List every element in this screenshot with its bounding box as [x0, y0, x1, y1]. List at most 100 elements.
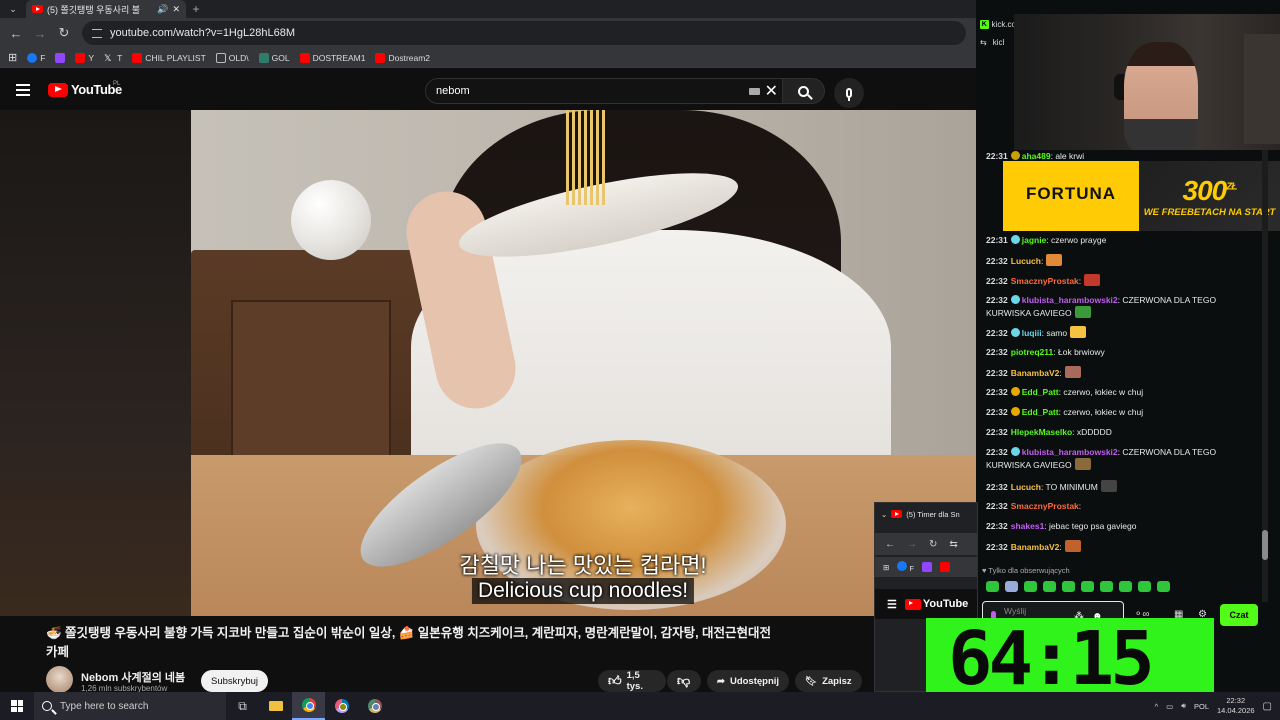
chat-username[interactable]: Lucuch: [1011, 482, 1041, 492]
language-indicator[interactable]: POL: [1194, 702, 1209, 711]
emote-icon[interactable]: [1024, 581, 1037, 592]
voice-search-button[interactable]: [834, 78, 864, 108]
emote-icon[interactable]: [986, 581, 999, 592]
bookmark-item[interactable]: Y: [75, 52, 94, 63]
menu-hamburger-icon[interactable]: ☰: [887, 598, 897, 611]
message-timestamp: 22:32: [986, 276, 1008, 286]
clock[interactable]: 22:32 14.04.2026: [1217, 696, 1255, 716]
close-tab-icon[interactable]: ✕: [172, 4, 180, 15]
windows-start-icon[interactable]: [0, 692, 34, 720]
chat-send-button[interactable]: Czat: [1220, 604, 1258, 626]
chat-username[interactable]: shakes1: [1011, 521, 1045, 531]
site-info-icon[interactable]: ⇆: [949, 539, 957, 550]
like-button[interactable]: 👍︎ 1,5 tys.: [598, 670, 666, 692]
site-info-icon[interactable]: [92, 28, 102, 38]
emote-icon[interactable]: [1081, 581, 1094, 592]
chat-username[interactable]: luqiii: [1022, 328, 1042, 338]
chat-scroll-thumb[interactable]: [1262, 530, 1268, 560]
bookmark-item[interactable]: F: [897, 561, 914, 573]
chrome-icon[interactable]: [292, 692, 325, 720]
chrome-profile-icon[interactable]: [325, 692, 358, 720]
kick-browser-tab[interactable]: K kick.co: [976, 16, 1016, 32]
mini-browser-tab[interactable]: ⌄ (5) Timer dla Sn: [875, 503, 977, 525]
chat-message: 22:32 Edd_Patt: czerwo, łokiec w chuj: [986, 386, 1262, 398]
bookmark-item[interactable]: F: [27, 52, 45, 63]
menu-hamburger-icon[interactable]: [16, 84, 30, 96]
save-button[interactable]: 🔖︎ Zapisz: [795, 670, 862, 692]
followers-only-notice: ♥ Tylko dla obserwujących: [982, 566, 1070, 575]
network-icon[interactable]: ▭: [1166, 702, 1173, 711]
message-timestamp: 22:32: [986, 427, 1008, 437]
browser-tab-youtube[interactable]: (5) 쫄깃탱탱 우동사리 불 🔊 ✕: [26, 0, 186, 18]
fortuna-ad-banner[interactable]: FORTUNA 300ZŁ WE FREEBETACH NA START: [1003, 161, 1280, 231]
bookmark-item[interactable]: Dostream2: [375, 52, 430, 63]
chrome-profile-icon[interactable]: [358, 692, 391, 720]
emote-icon[interactable]: [1119, 581, 1132, 592]
tab-search-chevron-icon[interactable]: ⌄: [0, 0, 26, 18]
apps-grid-icon[interactable]: ⊞: [883, 563, 889, 572]
chat-username[interactable]: SmacznyProstak: [1011, 276, 1079, 286]
emote-icon[interactable]: [1043, 581, 1056, 592]
reload-icon[interactable]: ↻: [929, 539, 937, 550]
bookmark-item[interactable]: 𝕏T: [104, 53, 122, 63]
clear-search-icon[interactable]: ✕: [765, 81, 778, 101]
chat-username[interactable]: klubista_harambowski2: [1022, 447, 1118, 457]
dislike-button[interactable]: 👎︎: [667, 670, 701, 692]
emote-icon[interactable]: [1157, 581, 1170, 592]
chat-username[interactable]: BanambaV2: [1011, 368, 1060, 378]
bookmark-item[interactable]: DOSTREAM1: [299, 52, 365, 63]
chat-username[interactable]: klubista_harambowski2: [1022, 295, 1118, 305]
tray-chevron-icon[interactable]: ^: [1155, 702, 1159, 711]
youtube-logo[interactable]: YouTube: [48, 82, 122, 97]
chat-username[interactable]: aha489: [1022, 151, 1051, 161]
video-player[interactable]: 감칠맛 나는 맛있는 컵라면! Delicious cup noodles!: [0, 110, 976, 616]
chat-username[interactable]: SmacznyProstak: [1011, 501, 1079, 511]
apps-grid-icon[interactable]: ⊞: [8, 51, 17, 64]
chat-username[interactable]: Edd_Patt: [1022, 407, 1059, 417]
bookmark-item[interactable]: GOL: [258, 52, 290, 63]
channel-avatar[interactable]: [46, 666, 73, 693]
search-input[interactable]: nebom ✕: [425, 78, 783, 104]
file-explorer-icon[interactable]: [259, 692, 292, 720]
share-arrow-icon: ➦: [717, 675, 725, 687]
youtube-icon[interactable]: [939, 562, 950, 572]
chevron-down-icon[interactable]: ⌄: [881, 510, 887, 519]
chat-username[interactable]: Edd_Patt: [1022, 387, 1059, 397]
new-tab-plus-icon[interactable]: +: [186, 2, 206, 16]
forward-arrow-icon[interactable]: →: [28, 26, 52, 41]
task-view-icon[interactable]: ⧉: [226, 692, 259, 720]
back-arrow-icon[interactable]: ←: [885, 539, 895, 550]
desktop-screen: ⌄ (5) 쫄깃탱탱 우동사리 불 🔊 ✕ + ← → ↻ youtube.co…: [0, 0, 1280, 720]
chat-scrollbar[interactable]: [1262, 150, 1268, 602]
search-button[interactable]: [783, 78, 825, 104]
bookmark-item[interactable]: CHIL PLAYLIST: [132, 52, 206, 63]
keyboard-icon[interactable]: [749, 88, 760, 95]
chat-username[interactable]: piotreq211: [1011, 347, 1054, 357]
back-arrow-icon[interactable]: ←: [4, 26, 28, 41]
emote-icon[interactable]: [1100, 581, 1113, 592]
bookmark-folder[interactable]: OLD\: [215, 52, 249, 63]
twitch-icon[interactable]: [921, 562, 932, 572]
region-code: PL: [113, 81, 121, 87]
stream-timer: 64:15: [926, 618, 1214, 692]
taskbar-search[interactable]: Type here to search: [34, 692, 226, 720]
chat-username[interactable]: jagnie: [1022, 235, 1047, 245]
emote-icon[interactable]: [1005, 581, 1018, 592]
subscribe-button[interactable]: Subskrybuj: [201, 670, 268, 692]
address-bar[interactable]: youtube.com/watch?v=1HgL28hL68M: [82, 21, 966, 45]
chat-username[interactable]: HlepekMaselko: [1011, 427, 1072, 437]
notification-icon[interactable]: ▢: [1263, 701, 1272, 712]
volume-icon[interactable]: 🔊︎: [1181, 701, 1186, 711]
bookmark-item[interactable]: [55, 52, 66, 63]
channel-name[interactable]: Nebom 사계절의 네봄: [81, 669, 185, 685]
emote-icon[interactable]: [1062, 581, 1075, 592]
kick-address[interactable]: ⇆ kicl: [980, 38, 1004, 47]
forward-arrow-icon[interactable]: →: [907, 539, 917, 550]
video-frame[interactable]: [191, 110, 976, 616]
chat-username[interactable]: Lucuch: [1011, 256, 1041, 266]
share-button[interactable]: ➦ Udostępnij: [707, 670, 790, 692]
speaker-icon[interactable]: 🔊: [157, 4, 168, 15]
emote-icon[interactable]: [1138, 581, 1151, 592]
chat-username[interactable]: BanambaV2: [1011, 542, 1060, 552]
reload-icon[interactable]: ↻: [52, 25, 76, 41]
